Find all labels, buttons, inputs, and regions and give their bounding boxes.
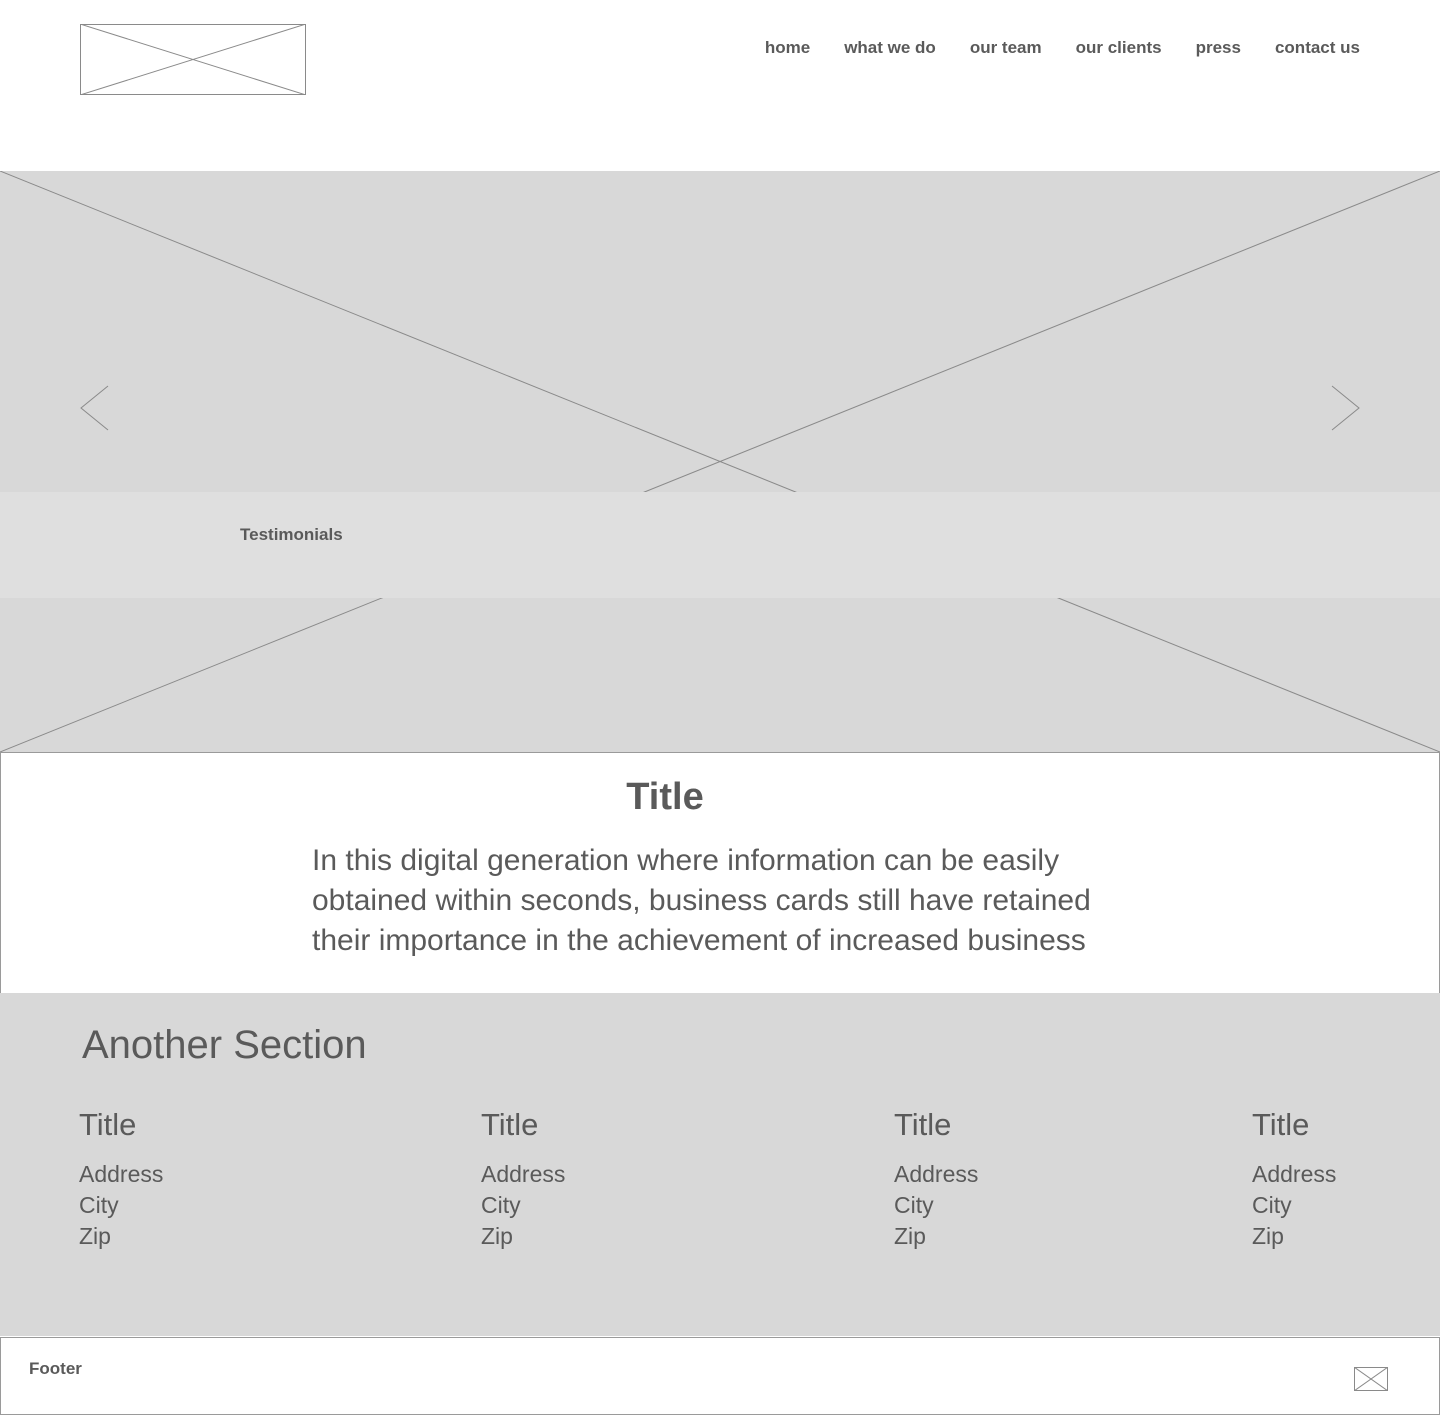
nav-our-team[interactable]: our team [970, 36, 1042, 60]
nav-contact-us[interactable]: contact us [1275, 36, 1360, 60]
location-zip: Zip [79, 1223, 111, 1249]
logo-placeholder[interactable] [79, 23, 307, 96]
section-heading: Another Section [82, 1023, 367, 1067]
image-placeholder-icon [79, 23, 307, 96]
nav-press[interactable]: press [1196, 36, 1241, 60]
image-placeholder-icon [0, 171, 1440, 752]
nav-what-we-do[interactable]: what we do [844, 36, 936, 60]
location-zip: Zip [1252, 1223, 1284, 1249]
carousel-prev-button[interactable] [80, 385, 110, 431]
locations-section: Another Section Title Address City Zip T… [0, 993, 1440, 1336]
testimonials-label: Testimonials [240, 525, 343, 544]
location-zip: Zip [481, 1223, 513, 1249]
location-title: Title [1252, 1107, 1310, 1142]
footer: Footer [0, 1337, 1440, 1415]
nav-our-clients[interactable]: our clients [1076, 36, 1162, 60]
location-column: Title Address City Zip [79, 1105, 163, 1252]
location-zip: Zip [894, 1223, 926, 1249]
chevron-left-icon [80, 385, 109, 431]
chevron-right-icon [1331, 385, 1360, 431]
location-column: Title Address City Zip [481, 1105, 565, 1252]
location-address: Address [481, 1161, 566, 1187]
main-nav: home what we do our team our clients pre… [765, 36, 1360, 60]
intro-body: In this digital generation where informa… [312, 844, 1091, 957]
location-title: Title [481, 1107, 539, 1142]
location-title: Title [894, 1107, 952, 1142]
image-placeholder-icon[interactable] [1354, 1367, 1388, 1391]
hero-carousel: Testimonials [0, 171, 1440, 752]
location-city: City [79, 1192, 119, 1218]
location-city: City [894, 1192, 934, 1218]
location-column: Title Address City Zip [894, 1105, 978, 1252]
testimonials-band: Testimonials [0, 492, 1440, 598]
carousel-next-button[interactable] [1330, 385, 1360, 431]
location-city: City [1252, 1192, 1292, 1218]
nav-home[interactable]: home [765, 36, 810, 60]
intro-section: Title In this digital generation where i… [0, 752, 1440, 993]
location-city: City [481, 1192, 521, 1218]
intro-title: Title [626, 776, 704, 818]
location-title: Title [79, 1107, 137, 1142]
location-address: Address [894, 1161, 979, 1187]
location-address: Address [79, 1161, 164, 1187]
footer-label: Footer [29, 1359, 82, 1378]
location-column: Title Address City Zip [1252, 1105, 1336, 1252]
location-address: Address [1252, 1161, 1337, 1187]
